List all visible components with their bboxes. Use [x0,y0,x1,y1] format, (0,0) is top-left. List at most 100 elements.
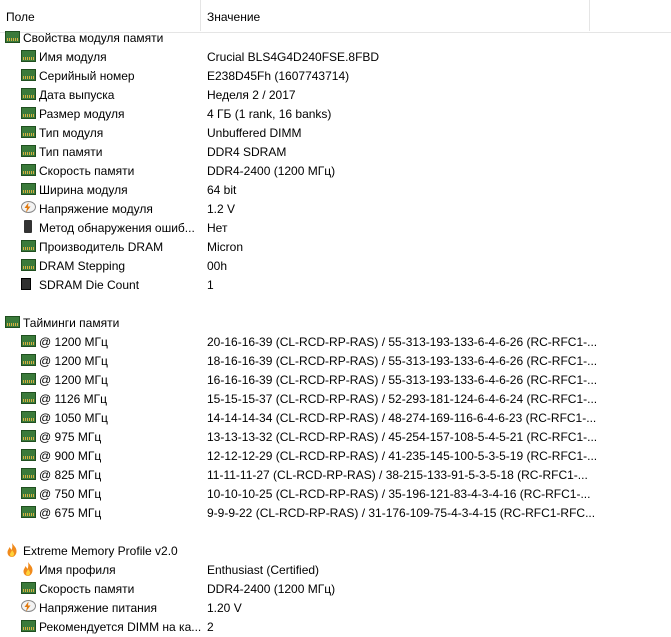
property-row[interactable]: Производитель DRAM Micron [0,237,671,256]
device-icon [24,220,32,233]
ram-module-icon [21,468,36,480]
property-row[interactable]: DRAM Stepping 00h [0,256,671,275]
property-row[interactable]: Имя модуля Crucial BLS4G4D240FSE.8FBD [0,47,671,66]
property-row[interactable]: Размер модуля 4 ГБ (1 rank, 16 banks) [0,104,671,123]
property-label: @ 825 МГц [39,468,102,482]
property-row[interactable]: @ 975 МГц 13-13-13-32 (CL-RCD-RP-RAS) / 4… [0,427,671,446]
property-row[interactable]: @ 1050 МГц 14-14-14-34 (CL-RCD-RP-RAS) / … [0,408,671,427]
flame-icon [21,562,36,576]
property-row[interactable]: Серийный номер E238D45Fh (1607743714) [0,66,671,85]
property-row[interactable]: Скорость памяти DDR4-2400 (1200 МГц) [0,579,671,598]
ram-module-icon [21,411,36,423]
ram-module-icon [21,164,36,176]
property-label: @ 750 МГц [39,487,102,501]
column-header-field[interactable]: Поле [6,10,35,24]
property-row[interactable]: SDRAM Die Count 1 [0,275,671,294]
property-value: 18-16-16-39 (CL-RCD-RP-RAS) / 55-313-193… [207,354,598,368]
property-label: Дата выпуска [39,88,115,102]
property-row[interactable]: @ 750 МГц 10-10-10-25 (CL-RCD-RP-RAS) / 3… [0,484,671,503]
column-separator[interactable] [589,0,590,31]
property-row[interactable]: Ширина модуля 64 bit [0,180,671,199]
property-label: Скорость памяти [39,582,135,596]
property-value: 1 [207,278,214,292]
property-value: Micron [207,240,244,254]
property-label: @ 975 МГц [39,430,102,444]
property-row[interactable]: @ 1200 МГц 16-16-16-39 (CL-RCD-RP-RAS) / … [0,370,671,389]
property-row[interactable]: Рекомендуется DIMM на ка... 2 [0,617,671,636]
property-value: 12-12-12-29 (CL-RCD-RP-RAS) / 41-235-145… [207,449,598,463]
property-value: Unbuffered DIMM [207,126,302,140]
property-label: Размер модуля [39,107,125,121]
property-row[interactable]: @ 825 МГц 11-11-11-27 (CL-RCD-RP-RAS) / 3… [0,465,671,484]
property-value: 13-13-13-32 (CL-RCD-RP-RAS) / 45-254-157… [207,430,598,444]
property-label: Серийный номер [39,69,135,83]
property-label: Тип модуля [39,126,104,140]
ram-module-icon [21,126,36,138]
ram-module-icon [21,487,36,499]
ram-module-icon [21,50,36,62]
property-value: DDR4-2400 (1200 МГц) [207,582,336,596]
property-row[interactable]: Имя профиля Enthusiast (Certified) [0,560,671,579]
property-row[interactable]: Напряжение модуля 1.2 V [0,199,671,218]
ram-module-icon [21,335,36,347]
ram-module-icon [21,430,36,442]
property-label: Производитель DRAM [39,240,164,254]
property-row[interactable]: @ 1126 МГц 15-15-15-37 (CL-RCD-RP-RAS) / … [0,389,671,408]
ram-module-icon [21,145,36,157]
property-value: 2 [207,620,214,634]
property-value: 16-16-16-39 (CL-RCD-RP-RAS) / 55-313-193… [207,373,598,387]
property-row[interactable]: Метод обнаружения ошиб... Нет [0,218,671,237]
group-header[interactable]: Свойства модуля памяти [0,28,671,47]
ram-module-icon [21,620,36,632]
voltage-icon [21,600,36,612]
ram-module-icon [21,88,36,100]
ram-module-icon [5,316,20,328]
property-row[interactable]: Напряжение питания 1.20 V [0,598,671,617]
group-title: Свойства модуля памяти [23,31,164,45]
group-header[interactable]: Extreme Memory Profile v2.0 [0,541,671,560]
ram-module-icon [21,354,36,366]
ram-module-icon [21,392,36,404]
property-value: DDR4 SDRAM [207,145,287,159]
property-value: 1.20 V [207,601,242,615]
property-row[interactable]: @ 1200 МГц 20-16-16-39 (CL-RCD-RP-RAS) / … [0,332,671,351]
property-value: E238D45Fh (1607743714) [207,69,350,83]
property-label: Имя профиля [39,563,116,577]
property-row[interactable]: Тип памяти DDR4 SDRAM [0,142,671,161]
property-value: Enthusiast (Certified) [207,563,320,577]
ram-module-icon [21,373,36,385]
ram-module-icon [21,582,36,594]
ram-module-icon [21,183,36,195]
column-header-value[interactable]: Значение [207,10,260,24]
property-label: Напряжение модуля [39,202,153,216]
property-row[interactable]: @ 675 МГц 9-9-9-22 (CL-RCD-RP-RAS) / 31-1… [0,503,671,522]
property-label: Рекомендуется DIMM на ка... [39,620,202,634]
property-value: 20-16-16-39 (CL-RCD-RP-RAS) / 55-313-193… [207,335,598,349]
property-row[interactable]: @ 1200 МГц 18-16-16-39 (CL-RCD-RP-RAS) / … [0,351,671,370]
property-row[interactable]: Скорость памяти DDR4-2400 (1200 МГц) [0,161,671,180]
property-value: 10-10-10-25 (CL-RCD-RP-RAS) / 35-196-121… [207,487,591,501]
ram-module-icon [21,107,36,119]
property-label: Напряжение питания [39,601,157,615]
group-title: Extreme Memory Profile v2.0 [23,544,178,558]
voltage-icon [21,201,36,213]
ram-module-icon [5,31,20,43]
ram-module-icon [21,259,36,271]
property-label: Скорость памяти [39,164,135,178]
column-separator[interactable] [200,0,201,31]
chip-icon [21,278,31,290]
property-value: 4 ГБ (1 rank, 16 banks) [207,107,332,121]
property-label: @ 675 МГц [39,506,102,520]
property-label: Ширина модуля [39,183,128,197]
group-header[interactable]: Тайминги памяти [0,313,671,332]
property-value: 1.2 V [207,202,236,216]
property-value: Crucial BLS4G4D240FSE.8FBD [207,50,380,64]
property-label: @ 1200 МГц [39,335,108,349]
property-row[interactable]: Дата выпуска Неделя 2 / 2017 [0,85,671,104]
property-row[interactable]: @ 900 МГц 12-12-12-29 (CL-RCD-RP-RAS) / 4… [0,446,671,465]
property-value: Неделя 2 / 2017 [207,88,296,102]
property-value: DDR4-2400 (1200 МГц) [207,164,336,178]
property-label: @ 900 МГц [39,449,102,463]
property-label: SDRAM Die Count [39,278,140,292]
property-row[interactable]: Тип модуля Unbuffered DIMM [0,123,671,142]
